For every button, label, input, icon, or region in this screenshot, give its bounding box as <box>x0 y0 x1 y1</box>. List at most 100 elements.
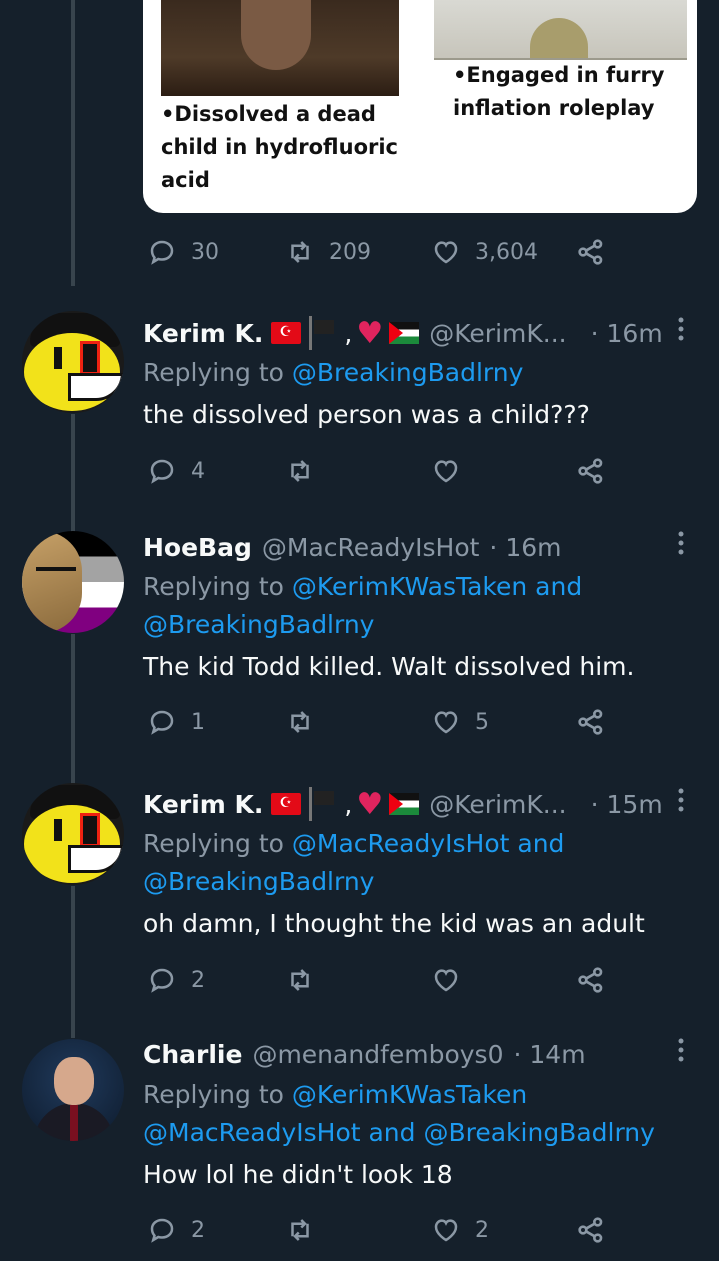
more-icon <box>678 531 684 555</box>
tweet-actions: 2 2 <box>143 1210 623 1250</box>
thread-line-top <box>71 0 75 286</box>
more-options-button[interactable] <box>676 1037 686 1069</box>
like-count: 3,604 <box>475 239 538 265</box>
media-card[interactable]: •Dissolved a dead child in hydrofluoric … <box>143 0 697 213</box>
retweet-button[interactable]: 209 <box>285 232 371 272</box>
reply-icon <box>150 1218 174 1243</box>
display-name[interactable]: HoeBag <box>143 533 252 562</box>
share-icon <box>578 458 603 484</box>
user-handle[interactable]: @KerimK... <box>429 319 566 348</box>
reply-button[interactable]: 30 <box>147 232 219 272</box>
meme-image-left <box>161 0 399 96</box>
share-button[interactable] <box>575 232 607 272</box>
user-handle[interactable]: @MacReadyIsHot <box>262 533 480 562</box>
avatar[interactable] <box>22 783 124 885</box>
mention-link[interactable]: @BreakingBadlrny <box>143 610 374 639</box>
meme-caption-right: •Engaged in furry inflation roleplay <box>453 63 665 120</box>
thread-line-2 <box>71 634 75 784</box>
reply-button[interactable]: 2 <box>147 960 205 1000</box>
heart-icon <box>434 969 458 992</box>
retweet-button[interactable] <box>285 1210 315 1250</box>
tweet-header: HoeBag @MacReadyIsHot · 16m <box>143 528 561 566</box>
retweet-button[interactable] <box>285 451 315 491</box>
share-button[interactable] <box>575 702 607 742</box>
reply-count: 2 <box>191 1217 205 1243</box>
palestine-flag-icon <box>389 322 420 344</box>
meme-caption-left: •Dissolved a dead child in hydrofluoric … <box>161 102 398 192</box>
share-icon <box>578 239 603 265</box>
reply-button[interactable]: 4 <box>147 451 205 491</box>
timestamp[interactable]: · 16m <box>591 319 663 348</box>
timestamp[interactable]: · 14m <box>514 1040 586 1069</box>
share-icon <box>578 709 603 735</box>
thread-line-3 <box>71 886 75 1038</box>
replying-to: Replying to @KerimKWasTaken and @Breakin… <box>143 568 703 644</box>
tweet-header: Charlie @menandfemboys0 · 14m <box>143 1035 586 1073</box>
like-button[interactable]: 2 <box>431 1210 489 1250</box>
reply-button[interactable]: 1 <box>147 702 205 742</box>
avatar[interactable] <box>22 531 124 633</box>
tweet-text: the dissolved person was a child??? <box>143 400 590 429</box>
user-handle[interactable]: @menandfemboys0 <box>252 1040 503 1069</box>
mention-link[interactable]: @BreakingBadlrny <box>143 867 374 896</box>
tweet-text: The kid Todd killed. Walt dissolved him. <box>143 652 635 681</box>
retweet-button[interactable] <box>285 960 315 1000</box>
like-count: 5 <box>475 709 489 735</box>
mention-link[interactable]: @MacReadyIsHot and <box>292 829 565 858</box>
replying-prefix: Replying to <box>143 829 292 858</box>
tweet-text: oh damn, I thought the kid was an adult <box>143 909 645 938</box>
timestamp[interactable]: · 16m <box>489 533 561 562</box>
black-flag-icon <box>309 787 338 821</box>
tweet-actions: 2 <box>143 960 623 1000</box>
reply-icon <box>150 240 174 265</box>
replying-to: Replying to @MacReadyIsHot and @Breaking… <box>143 825 703 901</box>
mention-link[interactable]: @KerimKWasTaken and <box>292 572 582 601</box>
thread-line-1 <box>71 414 75 532</box>
mention-link[interactable]: @MacReadyIsHot and @BreakingBadlrny <box>143 1118 655 1147</box>
reply-button[interactable]: 2 <box>147 1210 205 1250</box>
more-icon <box>678 1038 684 1062</box>
heart-icon <box>434 1219 458 1242</box>
tweet-actions: 4 <box>143 451 623 491</box>
replying-to: Replying to @BreakingBadlrny <box>143 354 703 392</box>
retweet-icon <box>291 1219 309 1241</box>
mention-link[interactable]: @KerimKWasTaken <box>292 1080 527 1109</box>
heart-icon <box>434 711 458 734</box>
more-options-button[interactable] <box>676 787 686 819</box>
user-handle[interactable]: @KerimK... <box>429 790 566 819</box>
share-button[interactable] <box>575 960 607 1000</box>
avatar[interactable] <box>22 311 124 413</box>
like-button[interactable] <box>431 451 461 491</box>
reply-count: 1 <box>191 709 205 735</box>
tweet-text: How lol he didn't look 18 <box>143 1160 453 1189</box>
avatar[interactable] <box>22 1039 124 1141</box>
retweet-button[interactable] <box>285 702 315 742</box>
more-options-button[interactable] <box>676 530 686 562</box>
like-button[interactable]: 5 <box>431 702 489 742</box>
reply-count: 2 <box>191 967 205 993</box>
reply-icon <box>150 968 174 993</box>
mention-link[interactable]: @BreakingBadlrny <box>292 358 523 387</box>
more-options-button[interactable] <box>676 316 686 348</box>
heart-emoji-icon: ♥ <box>356 315 384 351</box>
black-flag-icon <box>309 316 338 350</box>
display-name[interactable]: Kerim K. <box>143 319 263 348</box>
share-icon <box>578 1217 603 1243</box>
like-count: 2 <box>475 1217 489 1243</box>
replying-to: Replying to @KerimKWasTaken @MacReadyIsH… <box>143 1076 703 1152</box>
display-name[interactable]: Kerim K. <box>143 790 263 819</box>
tweet-header: Kerim K. , ♥ @KerimK... · 16m <box>143 314 663 352</box>
share-button[interactable] <box>575 451 607 491</box>
replying-prefix: Replying to <box>143 572 292 601</box>
timestamp[interactable]: · 15m <box>591 790 663 819</box>
display-name[interactable]: Charlie <box>143 1040 242 1069</box>
share-button[interactable] <box>575 1210 607 1250</box>
more-icon <box>678 317 684 341</box>
retweet-icon <box>291 460 309 482</box>
retweet-icon <box>291 711 309 733</box>
like-button[interactable]: 3,604 <box>431 232 538 272</box>
meme-image-right <box>434 0 687 60</box>
turkey-flag-icon <box>271 793 302 815</box>
like-button[interactable] <box>431 960 461 1000</box>
top-tweet-actions: 30 209 3,604 <box>143 232 623 272</box>
